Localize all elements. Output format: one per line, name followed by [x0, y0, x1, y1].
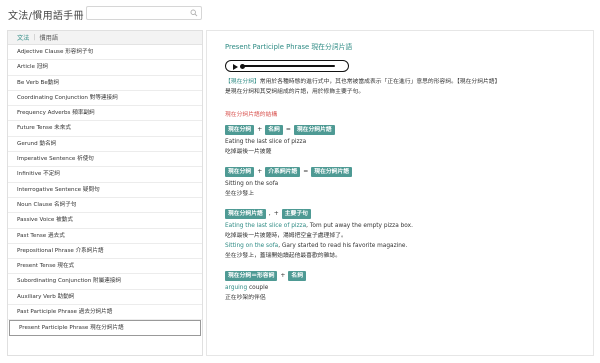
list-item[interactable]: Noun Clause 名詞子句 — [8, 198, 202, 214]
list-item[interactable]: Be Verb Be動詞 — [8, 76, 202, 91]
example-english: arguing couple — [225, 283, 593, 293]
plus-operator: + — [273, 210, 279, 217]
list-item-selected[interactable]: Present Participle Phrase 現在分詞片語 — [9, 320, 201, 336]
formula: 現在分詞 + 名詞 = 現在分詞片語 — [225, 124, 593, 135]
example-chinese: 吃掉最後一片披薩 — [225, 149, 272, 155]
comma-operator: , — [268, 210, 271, 217]
sidebar: 文法 | 慣用語 Adjective Clause 形容詞子句 Article … — [7, 30, 203, 356]
example-chinese: 坐在沙發上，蓋瑞開始讀起他最喜歡的雜誌。 — [225, 253, 341, 259]
list-item[interactable]: Present Tense 現在式 — [8, 259, 202, 275]
formula-chip: 現在分詞片語 — [293, 124, 335, 135]
sidebar-tabs: 文法 | 慣用語 — [8, 31, 202, 45]
list-item[interactable]: Adjective Clause 形容詞子句 — [8, 45, 202, 61]
equals-operator: = — [303, 168, 309, 175]
description-text: 常用於各種時態的進行式中，其也常被當成表示「正在進行」意思的形容詞。 — [259, 79, 457, 85]
list-item[interactable]: Gerund 動名詞 — [8, 137, 202, 153]
sentence-rest: , Gary started to read his favorite maga… — [278, 243, 408, 249]
highlighted-phrase: Eating the last slice of pizza — [225, 223, 307, 229]
content-panel: Present Participle Phrase 現在分詞片語 【現在分詞】常… — [206, 30, 594, 356]
sentence-rest: couple — [247, 285, 269, 291]
list-item[interactable]: Coordinating Conjunction 對等連接詞 — [8, 91, 202, 107]
grammar-list: Adjective Clause 形容詞子句 Article 冠詞 Be Ver… — [8, 45, 202, 336]
section-heading: 現在分詞片語的結構 — [225, 112, 278, 118]
search-box[interactable] — [86, 6, 202, 20]
play-icon[interactable] — [233, 63, 238, 70]
search-icon[interactable] — [190, 9, 198, 17]
list-item[interactable]: Interrogative Sentence 疑問句 — [8, 183, 202, 198]
example-english: Sitting on the sofa — [225, 181, 279, 187]
highlighted-phrase: Sitting on the sofa — [225, 243, 279, 249]
term-present-participle-phrase: 【現在分詞片語】 — [456, 79, 501, 85]
top-bar: 文法/慣用語手冊 — [0, 0, 600, 28]
tab-grammar[interactable]: 文法 — [17, 33, 29, 42]
structure-block-4: 現在分詞＝形容詞 + 名詞 arguing couple 正在吵架的伴侶 — [225, 270, 593, 303]
term-present-participle: 【現在分詞】 — [225, 79, 260, 85]
formula-chip: 主要子句 — [281, 208, 311, 219]
formula-chip: 介系詞片語 — [265, 166, 301, 177]
formula-chip: 名詞 — [265, 124, 283, 135]
description: 【現在分詞】常用於各種時態的進行式中，其也常被當成表示「正在進行」意思的形容詞。… — [225, 77, 587, 97]
highlighted-phrase: arguing — [225, 285, 248, 291]
equals-operator: = — [285, 126, 291, 133]
formula-chip: 現在分詞 — [225, 166, 255, 177]
plus-operator: + — [257, 126, 263, 133]
tab-idioms[interactable]: 慣用語 — [39, 33, 58, 42]
list-item[interactable]: Auxiliary Verb 助動詞 — [8, 290, 202, 306]
list-item[interactable]: Past Tense 過去式 — [8, 229, 202, 244]
tab-separator: | — [33, 34, 36, 41]
plus-operator: + — [257, 168, 263, 175]
description-line-2: 是現在分詞和其受詞組成的片語，用於修飾主要子句。 — [225, 89, 365, 95]
example-english: Eating the last slice of pizza — [225, 139, 307, 145]
list-item[interactable]: Prepositional Phrase 介系詞片語 — [8, 244, 202, 260]
sentence-rest: , Tom put away the empty pizza box. — [306, 223, 413, 229]
search-input[interactable] — [87, 7, 187, 19]
list-item[interactable]: Imperative Sentence 祈使句 — [8, 152, 202, 168]
app-title: 文法/慣用語手冊 — [8, 11, 84, 22]
structure-block-2: 現在分詞 + 介系詞片語 = 現在分詞片語 Sitting on the sof… — [225, 166, 593, 199]
list-item[interactable]: Frequency Adverbs 頻率副詞 — [8, 106, 202, 122]
example-english: Sitting on the sofa, Gary started to rea… — [225, 241, 593, 251]
audio-progress-knob[interactable] — [240, 63, 245, 69]
list-item[interactable]: Article 冠詞 — [8, 60, 202, 76]
formula-chip: 現在分詞＝形容詞 — [225, 270, 278, 281]
formula-chip: 現在分詞片語 — [225, 208, 266, 219]
formula: 現在分詞 + 介系詞片語 = 現在分詞片語 — [225, 166, 593, 177]
structure-block-3: 現在分詞片語 , + 主要子句 Eating the last slice of… — [225, 208, 593, 261]
page-title: Present Participle Phrase 現在分詞片語 — [225, 43, 353, 51]
list-item[interactable]: Past Participle Phrase 過去分詞片語 — [8, 305, 202, 321]
list-item[interactable]: Subordinating Conjunction 附屬連接詞 — [8, 274, 202, 290]
example-chinese: 吃掉最後一片披薩時，湯姆把空盒子處理掉了。 — [225, 233, 347, 239]
formula-chip: 現在分詞 — [225, 124, 255, 135]
formula: 現在分詞片語 , + 主要子句 — [225, 208, 593, 219]
formula-chip: 名詞 — [288, 270, 307, 281]
list-item[interactable]: Infinitive 不定詞 — [8, 167, 202, 183]
example-english: Eating the last slice of pizza, Tom put … — [225, 221, 593, 231]
audio-player[interactable] — [225, 60, 349, 72]
formula-chip: 現在分詞片語 — [311, 166, 353, 177]
list-item[interactable]: Future Tense 未來式 — [8, 121, 202, 137]
example-chinese: 坐在沙發上 — [225, 191, 254, 197]
example-chinese: 正在吵架的伴侶 — [225, 295, 266, 301]
plus-operator: + — [280, 272, 286, 279]
formula: 現在分詞＝形容詞 + 名詞 — [225, 270, 593, 281]
list-item[interactable]: Passive Voice 被動式 — [8, 213, 202, 229]
structure-block-1: 現在分詞 + 名詞 = 現在分詞片語 Eating the last slice… — [225, 124, 593, 157]
audio-progress-track[interactable] — [243, 65, 335, 68]
